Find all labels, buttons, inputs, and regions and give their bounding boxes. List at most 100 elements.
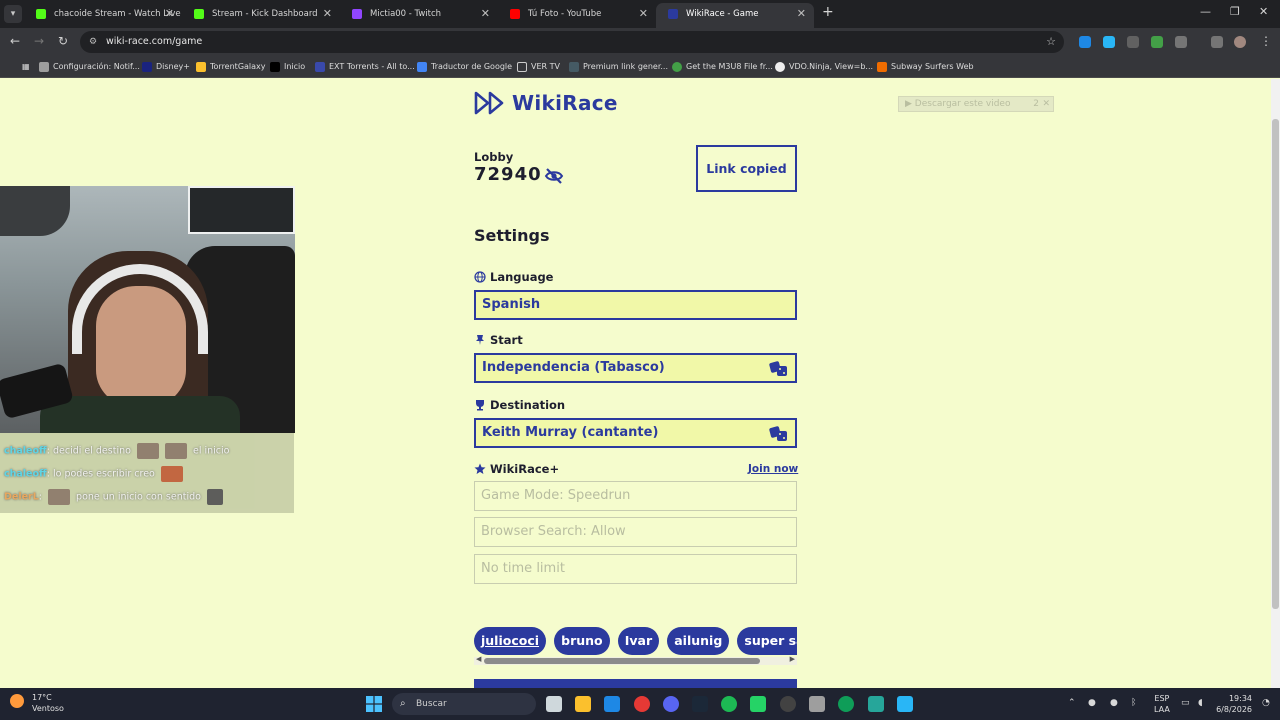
steam-tray-icon[interactable]: ● [1088,698,1096,708]
taskbar-search[interactable]: ⌕ Buscar [392,693,536,715]
bookmark-folder[interactable]: VER TV [517,56,560,78]
start-article-input[interactable]: Independencia (Tabasco) [474,353,797,383]
settings-icon[interactable] [809,696,825,712]
notification-bell-icon[interactable]: ◔ [1262,698,1270,708]
browser-tab[interactable]: chacoide Stream - Watch Live o ✕ [24,3,182,28]
file-explorer-icon[interactable] [575,696,591,712]
tab-search-button[interactable]: ▾ [4,5,22,23]
notepad-icon[interactable] [897,696,913,712]
minimize-button[interactable]: — [1200,5,1211,18]
new-tab-button[interactable]: + [822,4,834,20]
dice-icon[interactable] [769,361,789,377]
scroll-right-icon[interactable]: ▶ [790,655,795,663]
player-chip[interactable]: ailunig [667,627,730,655]
bookmark-label: Disney+ [156,62,190,71]
tab-title: Tú Foto - YouTube [528,9,602,19]
kick-icon [36,9,46,19]
restore-button[interactable]: ❐ [1230,5,1240,18]
profile-avatar[interactable] [1234,36,1246,48]
bookmark-item[interactable]: TorrentGalaxy [196,56,266,78]
start-value: Independencia (Tabasco) [482,360,665,375]
page-scrollbar[interactable] [1271,79,1280,688]
bookmark-item[interactable]: Get the M3U8 File fr... [672,56,773,78]
gear-icon [39,62,49,72]
extension-icon[interactable] [1127,36,1139,48]
bookmark-item[interactable]: Disney+ [142,56,190,78]
ccleaner-icon[interactable] [868,696,884,712]
close-icon[interactable]: ✕ [639,3,648,25]
trophy-icon [476,400,484,411]
join-now-link[interactable]: Join now [748,463,798,475]
bookmark-star-icon[interactable]: ☆ [1046,31,1056,53]
bookmark-item[interactable]: Subway Surfers Web [877,56,974,78]
close-icon[interactable]: ✕ [797,3,806,25]
weather-widget[interactable]: 17°C Ventoso [10,692,64,714]
reload-button[interactable]: ↻ [58,34,68,48]
reading-list-icon[interactable] [1211,36,1223,48]
task-view-icon[interactable] [546,696,562,712]
scrollbar-thumb[interactable] [484,658,760,664]
apps-grid-icon[interactable]: ▦ [8,56,30,78]
volume-icon[interactable]: ◖ [1198,698,1203,708]
url-bar[interactable]: ⚙ wiki-race.com/game ☆ [80,31,1064,53]
player-chip[interactable]: super sas [737,627,797,655]
bookmark-item[interactable]: Traductor de Google [417,56,512,78]
copy-link-button[interactable]: Link copied [696,145,797,192]
scroll-left-icon[interactable]: ◀ [476,655,481,663]
show-hidden-icons[interactable]: ⌃ [1068,698,1076,708]
close-icon[interactable]: ✕ [323,3,332,25]
player-chip[interactable]: juliococi [474,627,547,655]
photos-icon[interactable] [604,696,620,712]
back-button[interactable]: ← [10,34,20,48]
close-icon[interactable]: ✕ [1042,97,1050,111]
download-video-button[interactable]: ▶ Descargar este video 2 ✕ [898,96,1054,112]
discord-icon[interactable] [663,696,679,712]
language-select[interactable]: Spanish [474,290,797,320]
bookmark-item[interactable]: Premium link gener... [569,56,668,78]
browser-menu-icon[interactable]: ⋮ [1260,34,1272,48]
player-chip[interactable]: Ivar [617,627,660,655]
extension-icon[interactable] [1079,36,1091,48]
extensions-puzzle-icon[interactable] [1175,36,1187,48]
disney-icon [142,62,152,72]
lobby-code: 72940 [474,164,542,185]
player-list-scrollbar[interactable]: ◀ ▶ [474,655,797,665]
edge-icon[interactable] [838,696,854,712]
browser-tab[interactable]: Stream - Kick Dashboard ✕ [182,3,340,28]
destination-value: Keith Murray (cantante) [482,425,659,440]
obs-icon[interactable] [780,696,796,712]
download-badge: 2 [1033,99,1039,109]
network-icon[interactable]: ▭ [1181,698,1190,708]
page-scrollbar-thumb[interactable] [1272,119,1279,609]
steam-icon[interactable] [692,696,708,712]
extension-icon[interactable] [1103,36,1115,48]
chrome-icon[interactable] [634,696,650,712]
wikirace-logo[interactable]: WikiRace [474,90,618,116]
destination-article-input[interactable]: Keith Murray (cantante) [474,418,797,448]
browser-tab-active[interactable]: WikiRace - Game ✕ [656,3,814,28]
spotify-icon[interactable] [721,696,737,712]
player-chip[interactable]: bruno [554,627,610,655]
emote-image [160,466,183,482]
bookmark-item[interactable]: Configuración: Notif... [39,56,140,78]
close-icon[interactable]: ✕ [481,3,490,25]
bookmark-item[interactable]: Inicio [270,56,305,78]
bookmark-item[interactable]: VDO.Ninja, View=b... [775,56,873,78]
site-info-icon[interactable]: ⚙ [89,31,97,53]
windows-start-icon[interactable] [366,696,382,712]
close-window-button[interactable]: ✕ [1259,5,1268,18]
language-indicator[interactable]: ESP LAA [1154,693,1170,715]
discord-tray-icon[interactable]: ● [1110,698,1118,708]
browser-tab[interactable]: Tú Foto - YouTube ✕ [498,3,656,28]
browser-tab[interactable]: Mictia00 - Twitch ✕ [340,3,498,28]
whatsapp-icon[interactable] [750,696,766,712]
bookmark-item[interactable]: EXT Torrents - All to... [315,56,415,78]
close-icon[interactable]: ✕ [165,3,174,25]
eye-off-icon[interactable] [544,167,564,185]
extension-icon[interactable] [1151,36,1163,48]
player-list: juliococi bruno Ivar ailunig super sas [474,627,797,657]
bluetooth-icon[interactable]: ᛒ [1131,698,1136,708]
forward-button[interactable]: → [34,34,44,48]
system-clock[interactable]: 19:34 6/8/2026 [1214,693,1252,715]
dice-icon[interactable] [769,426,789,442]
